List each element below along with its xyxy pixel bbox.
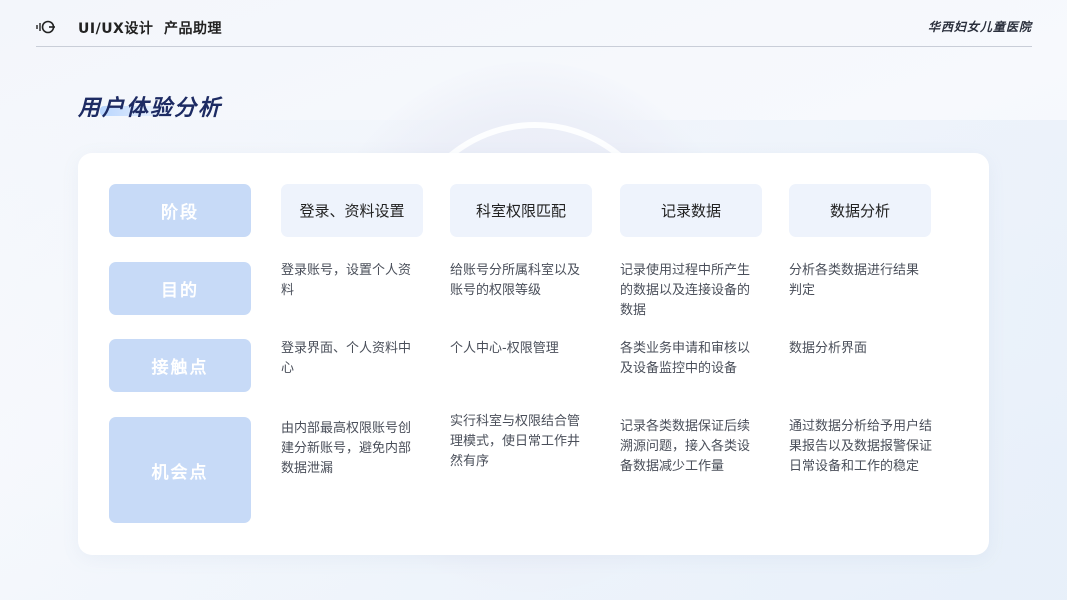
- stage-analysis: 数据分析: [789, 184, 931, 237]
- stage-permission: 科室权限匹配: [450, 184, 592, 237]
- goal-cell: 登录账号，设置个人资料: [281, 263, 412, 298]
- page-title: 用户体验分析: [78, 96, 223, 121]
- touchpoint-cell: 数据分析界面: [789, 341, 868, 356]
- touchpoint-cell: 各类业务申请和审核以及设备监控中的设备: [620, 341, 751, 376]
- nav-uiux[interactable]: UI/UX设计: [78, 18, 153, 38]
- row-label-goal: 目的: [109, 262, 251, 315]
- hospital-logo-text: 华西妇女儿童医院: [927, 20, 1032, 34]
- goal-cell: 给账号分所属科室以及账号的权限等级: [450, 263, 581, 298]
- opportunity-cell: 由内部最高权限账号创建分新账号，避免内部数据泄漏: [281, 421, 412, 476]
- row-label-stage: 阶段: [109, 184, 251, 237]
- stage-record: 记录数据: [620, 184, 762, 237]
- touchpoint-cell: 登录界面、个人资料中心: [281, 341, 412, 376]
- goal-cell: 分析各类数据进行结果判定: [789, 263, 920, 298]
- opportunity-cell: 通过数据分析给予用户结果报告以及数据报警保证日常设备和工作的稳定: [789, 419, 933, 474]
- header: UI/UX设计 产品助理 华西妇女儿童医院: [36, 0, 1032, 47]
- row-label-touchpoint: 接触点: [109, 339, 251, 392]
- touchpoint-cell: 个人中心-权限管理: [450, 341, 559, 356]
- nav-product-assistant[interactable]: 产品助理: [164, 18, 222, 38]
- stage-login: 登录、资料设置: [281, 184, 423, 237]
- logo-icon: [36, 20, 55, 34]
- row-label-opportunity: 机会点: [109, 417, 251, 523]
- opportunity-cell: 记录各类数据保证后续溯源问题，接入各类设备数据减少工作量: [620, 419, 751, 474]
- opportunity-cell: 实行科室与权限结合管理模式，使日常工作井然有序: [450, 414, 581, 469]
- goal-cell: 记录使用过程中所产生的数据以及连接设备的数据: [620, 263, 751, 318]
- analysis-table-card: 阶段 目的 接触点 机会点 登录、资料设置 科室权限匹配 记录数据 数据分析 登…: [78, 153, 989, 555]
